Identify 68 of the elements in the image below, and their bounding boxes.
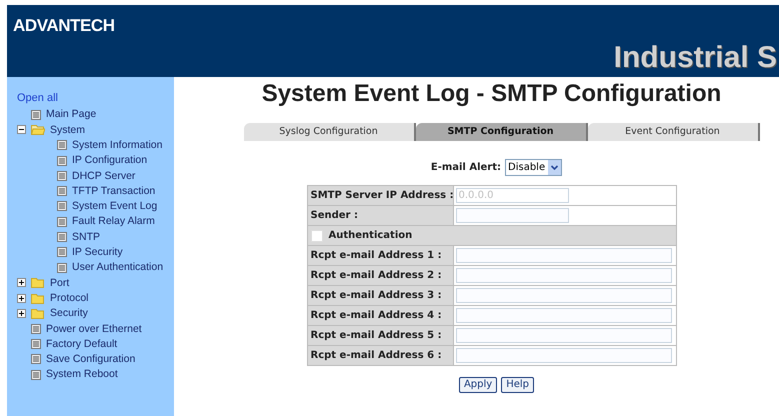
expand-icon[interactable]: [17, 278, 26, 288]
tab[interactable]: Syslog Configuration: [244, 123, 416, 141]
page-icon: [31, 339, 41, 350]
text-field[interactable]: [456, 328, 672, 343]
form-button[interactable]: Help: [501, 377, 534, 393]
logo: ADVANTECH: [13, 15, 116, 37]
page-icon: [57, 156, 67, 166]
tree-item[interactable]: System Reboot: [46, 369, 118, 380]
text-field[interactable]: [456, 208, 568, 223]
tree-item[interactable]: System Information: [72, 140, 162, 150]
checkbox-label: Authentication: [328, 230, 412, 240]
page-icon: [57, 170, 67, 181]
expand-icon[interactable]: [17, 309, 26, 318]
text-field[interactable]: [456, 268, 672, 283]
tree-item[interactable]: IP Security: [72, 247, 123, 258]
product-title: Industrial S: [614, 43, 777, 73]
text-field[interactable]: [456, 348, 672, 363]
email-alert-label: E-mail Alert:: [430, 161, 502, 175]
tree-item[interactable]: TFTP Transaction: [72, 186, 156, 196]
form-button[interactable]: Apply: [458, 377, 498, 393]
tree-item[interactable]: System Event Log: [72, 201, 158, 212]
field-label: SMTP Server IP Address :: [310, 190, 454, 200]
page-icon: [57, 216, 67, 227]
page-icon: [57, 262, 67, 273]
checkbox[interactable]: [310, 230, 322, 242]
field-label: Rcpt e-mail Address 1 :: [310, 250, 442, 260]
folder-icon: [31, 277, 45, 288]
tree-item[interactable]: Security: [50, 308, 88, 319]
tree-item[interactable]: User Authentication: [72, 262, 164, 273]
tree-item[interactable]: System: [50, 124, 86, 136]
text-field[interactable]: [456, 308, 672, 323]
expand-icon[interactable]: [17, 294, 26, 303]
tree-item[interactable]: Factory Default: [46, 338, 118, 350]
tree-item[interactable]: Main Page: [46, 109, 96, 120]
text-field[interactable]: [456, 288, 672, 303]
page-icon: [31, 354, 41, 364]
field-label: Rcpt e-mail Address 5 :: [310, 330, 442, 340]
field-label: Rcpt e-mail Address 3 :: [310, 290, 442, 300]
email-alert-dropdown[interactable]: Disable: [505, 159, 562, 176]
tree-item[interactable]: DHCP Server: [72, 170, 136, 182]
collapse-icon[interactable]: [17, 125, 26, 134]
tab[interactable]: Event Configuration: [588, 123, 760, 141]
page-icon: [57, 186, 67, 196]
field-label: Rcpt e-mail Address 6 :: [310, 350, 442, 360]
tree-item[interactable]: Port: [50, 278, 70, 288]
tree-item[interactable]: IP Configuration: [72, 155, 148, 166]
field-label: Rcpt e-mail Address 2 :: [310, 270, 442, 280]
open-all-link[interactable]: Open all: [17, 93, 174, 104]
tree-item[interactable]: Fault Relay Alarm: [72, 216, 155, 227]
page-icon: [31, 324, 41, 334]
folder-icon: [31, 292, 45, 304]
tree-item[interactable]: Power over Ethernet: [46, 324, 142, 334]
text-field[interactable]: [456, 248, 672, 263]
page-title: System Event Log - SMTP Configuration: [262, 79, 722, 109]
field-label: Sender :: [310, 210, 358, 220]
page-icon: [31, 370, 41, 380]
open-folder-icon: [31, 124, 45, 136]
page-icon: [57, 247, 67, 258]
tab[interactable]: SMTP Configuration: [416, 123, 588, 141]
tree-item[interactable]: Protocol: [50, 292, 89, 304]
page-icon: [57, 201, 67, 212]
folder-icon: [31, 308, 45, 319]
page-icon: [57, 232, 67, 242]
page-icon: [57, 140, 67, 150]
field-label: Rcpt e-mail Address 4 :: [310, 310, 442, 320]
tree-item[interactable]: Save Configuration: [46, 354, 136, 365]
tree-item[interactable]: SNTP: [72, 232, 100, 242]
page-icon: [31, 110, 41, 120]
